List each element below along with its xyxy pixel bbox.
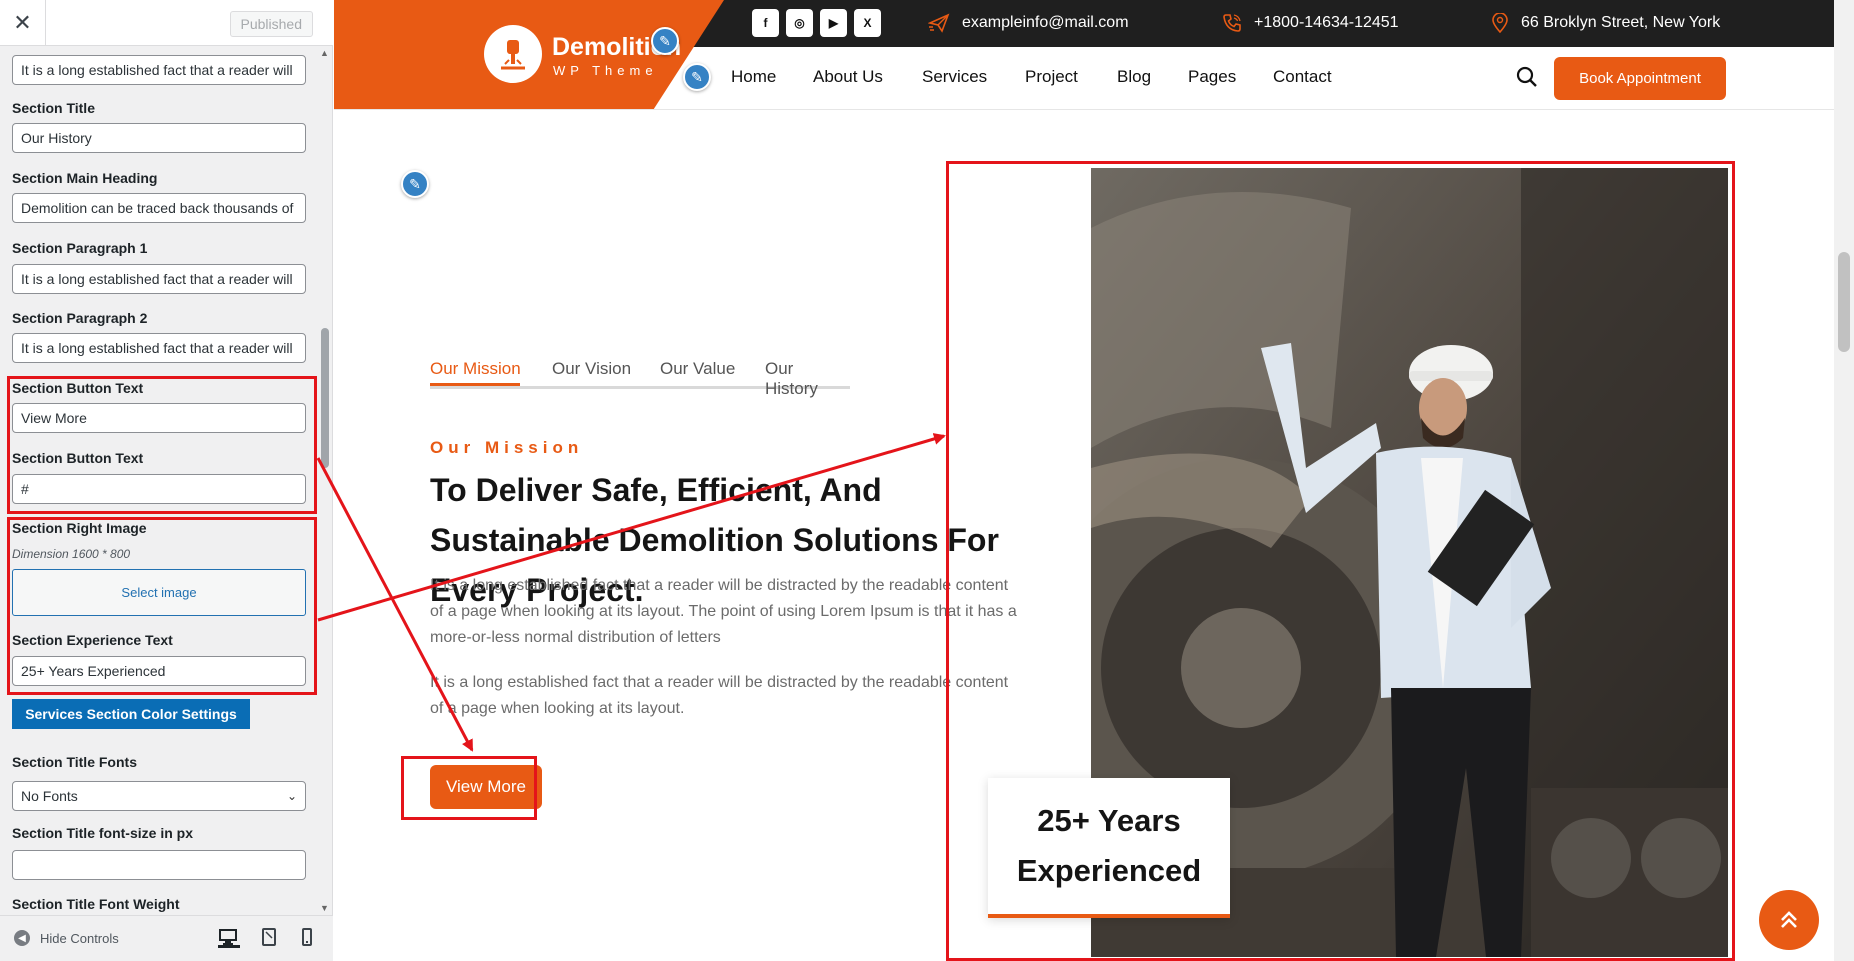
- section-title-fonts-select[interactable]: No Fonts ⌄: [12, 781, 306, 811]
- header-divider: [334, 109, 1834, 110]
- search-icon[interactable]: [1516, 66, 1538, 93]
- mission-subtitle: Our Mission: [430, 438, 584, 457]
- close-icon[interactable]: ✕: [0, 0, 46, 46]
- email-text: exampleinfo@mail.com: [962, 14, 1129, 31]
- highlight-image-fields: [7, 517, 317, 695]
- section-title-label: Section Title: [12, 100, 95, 116]
- highlight-button-fields: [7, 376, 317, 514]
- collapse-icon: ◀: [14, 930, 30, 946]
- hide-controls-label: Hide Controls: [40, 930, 119, 946]
- logo-icon[interactable]: [484, 25, 542, 83]
- nav-pages[interactable]: Pages: [1188, 67, 1236, 87]
- youtube-icon[interactable]: ▶: [820, 9, 847, 37]
- customizer-header: ✕ Published: [0, 0, 333, 46]
- about-tabs: Our Mission Our Vision Our Value Our His…: [430, 355, 850, 398]
- book-appointment-button[interactable]: Book Appointment: [1554, 57, 1726, 100]
- phone-icon: [1223, 14, 1241, 32]
- phone-text: +1800-14634-12451: [1254, 14, 1399, 31]
- customizer-panel: ✕ Published It is a long established fac…: [0, 0, 333, 961]
- location-pin-icon: [1492, 13, 1508, 33]
- services-color-settings-button[interactable]: Services Section Color Settings: [12, 699, 250, 729]
- instagram-icon[interactable]: ◎: [786, 9, 813, 37]
- scrollbar-thumb[interactable]: [1838, 252, 1850, 352]
- chevron-down-icon: ⌄: [286, 789, 297, 803]
- desktop-preview-icon[interactable]: [218, 928, 240, 948]
- section-paragraph-1-input[interactable]: It is a long established fact that a rea…: [12, 264, 306, 294]
- nav-project[interactable]: Project: [1025, 67, 1078, 87]
- section-title-font-size-label: Section Title font-size in px: [12, 825, 193, 841]
- nav-services[interactable]: Services: [922, 67, 987, 87]
- scroll-to-top-button[interactable]: [1759, 890, 1819, 950]
- x-twitter-icon[interactable]: X: [854, 9, 881, 37]
- tablet-preview-icon[interactable]: [260, 928, 282, 948]
- paper-plane-icon: [928, 13, 950, 33]
- tab-our-vision[interactable]: Our Vision: [552, 359, 631, 379]
- tab-our-mission[interactable]: Our Mission: [430, 359, 521, 379]
- screen: ✕ Published It is a long established fac…: [0, 0, 1854, 961]
- select-value: No Fonts: [21, 788, 78, 804]
- section-title-input[interactable]: Our History: [12, 123, 306, 153]
- email-info[interactable]: exampleinfo@mail.com: [928, 13, 1129, 33]
- site-preview: Demolition WP Theme ✎ ✎ ✎ f ◎ ▶ X exampl…: [334, 0, 1854, 961]
- nav-contact[interactable]: Contact: [1273, 67, 1332, 87]
- phone-info[interactable]: +1800-14634-12451: [1222, 13, 1399, 33]
- site-tagline: WP Theme: [553, 63, 658, 78]
- scroll-down-icon[interactable]: ▼: [320, 903, 329, 913]
- scroll-up-icon[interactable]: ▲: [320, 48, 329, 58]
- customizer-scrollbar[interactable]: ▲ ▼: [319, 46, 331, 915]
- section-paragraph-2-label: Section Paragraph 2: [12, 310, 148, 326]
- mission-paragraph-1: It is a long established fact that a rea…: [430, 577, 1017, 646]
- customizer-footer: ◀ Hide Controls: [0, 915, 333, 961]
- active-tab-indicator: [430, 383, 520, 386]
- text-field[interactable]: It is a long established fact that a rea…: [12, 55, 306, 85]
- highlight-view-more: [401, 756, 537, 820]
- mission-paragraph-2: It is a long established fact that a rea…: [430, 674, 1009, 717]
- nav-home[interactable]: Home: [731, 67, 776, 87]
- scrollbar-thumb[interactable]: [321, 328, 329, 468]
- section-title-font-weight-label: Section Title Font Weight: [12, 896, 180, 912]
- mobile-preview-icon[interactable]: [300, 928, 322, 948]
- nav-about-us[interactable]: About Us: [813, 67, 883, 87]
- section-paragraph-2-input[interactable]: It is a long established fact that a rea…: [12, 333, 306, 363]
- edit-pencil-icon[interactable]: ✎: [683, 63, 711, 91]
- address-info: 66 Broklyn Street, New York: [1491, 13, 1720, 33]
- facebook-icon[interactable]: f: [752, 9, 779, 37]
- published-button[interactable]: Published: [229, 11, 313, 37]
- address-text: 66 Broklyn Street, New York: [1521, 14, 1721, 31]
- section-title-font-size-input[interactable]: [12, 850, 306, 880]
- section-main-heading-label: Section Main Heading: [12, 170, 158, 186]
- section-title-fonts-label: Section Title Fonts: [12, 754, 137, 770]
- nav-blog[interactable]: Blog: [1117, 67, 1151, 87]
- edit-pencil-icon[interactable]: ✎: [651, 27, 679, 55]
- edit-pencil-icon[interactable]: ✎: [401, 170, 429, 198]
- highlight-right-image: [946, 161, 1735, 961]
- tab-our-value[interactable]: Our Value: [660, 359, 735, 379]
- tab-our-history[interactable]: Our History: [765, 359, 850, 399]
- hide-controls-button[interactable]: ◀ Hide Controls: [14, 930, 119, 946]
- section-main-heading-input[interactable]: Demolition can be traced back thousands …: [12, 193, 306, 223]
- preview-scrollbar[interactable]: [1834, 0, 1854, 961]
- section-paragraph-1-label: Section Paragraph 1: [12, 240, 148, 256]
